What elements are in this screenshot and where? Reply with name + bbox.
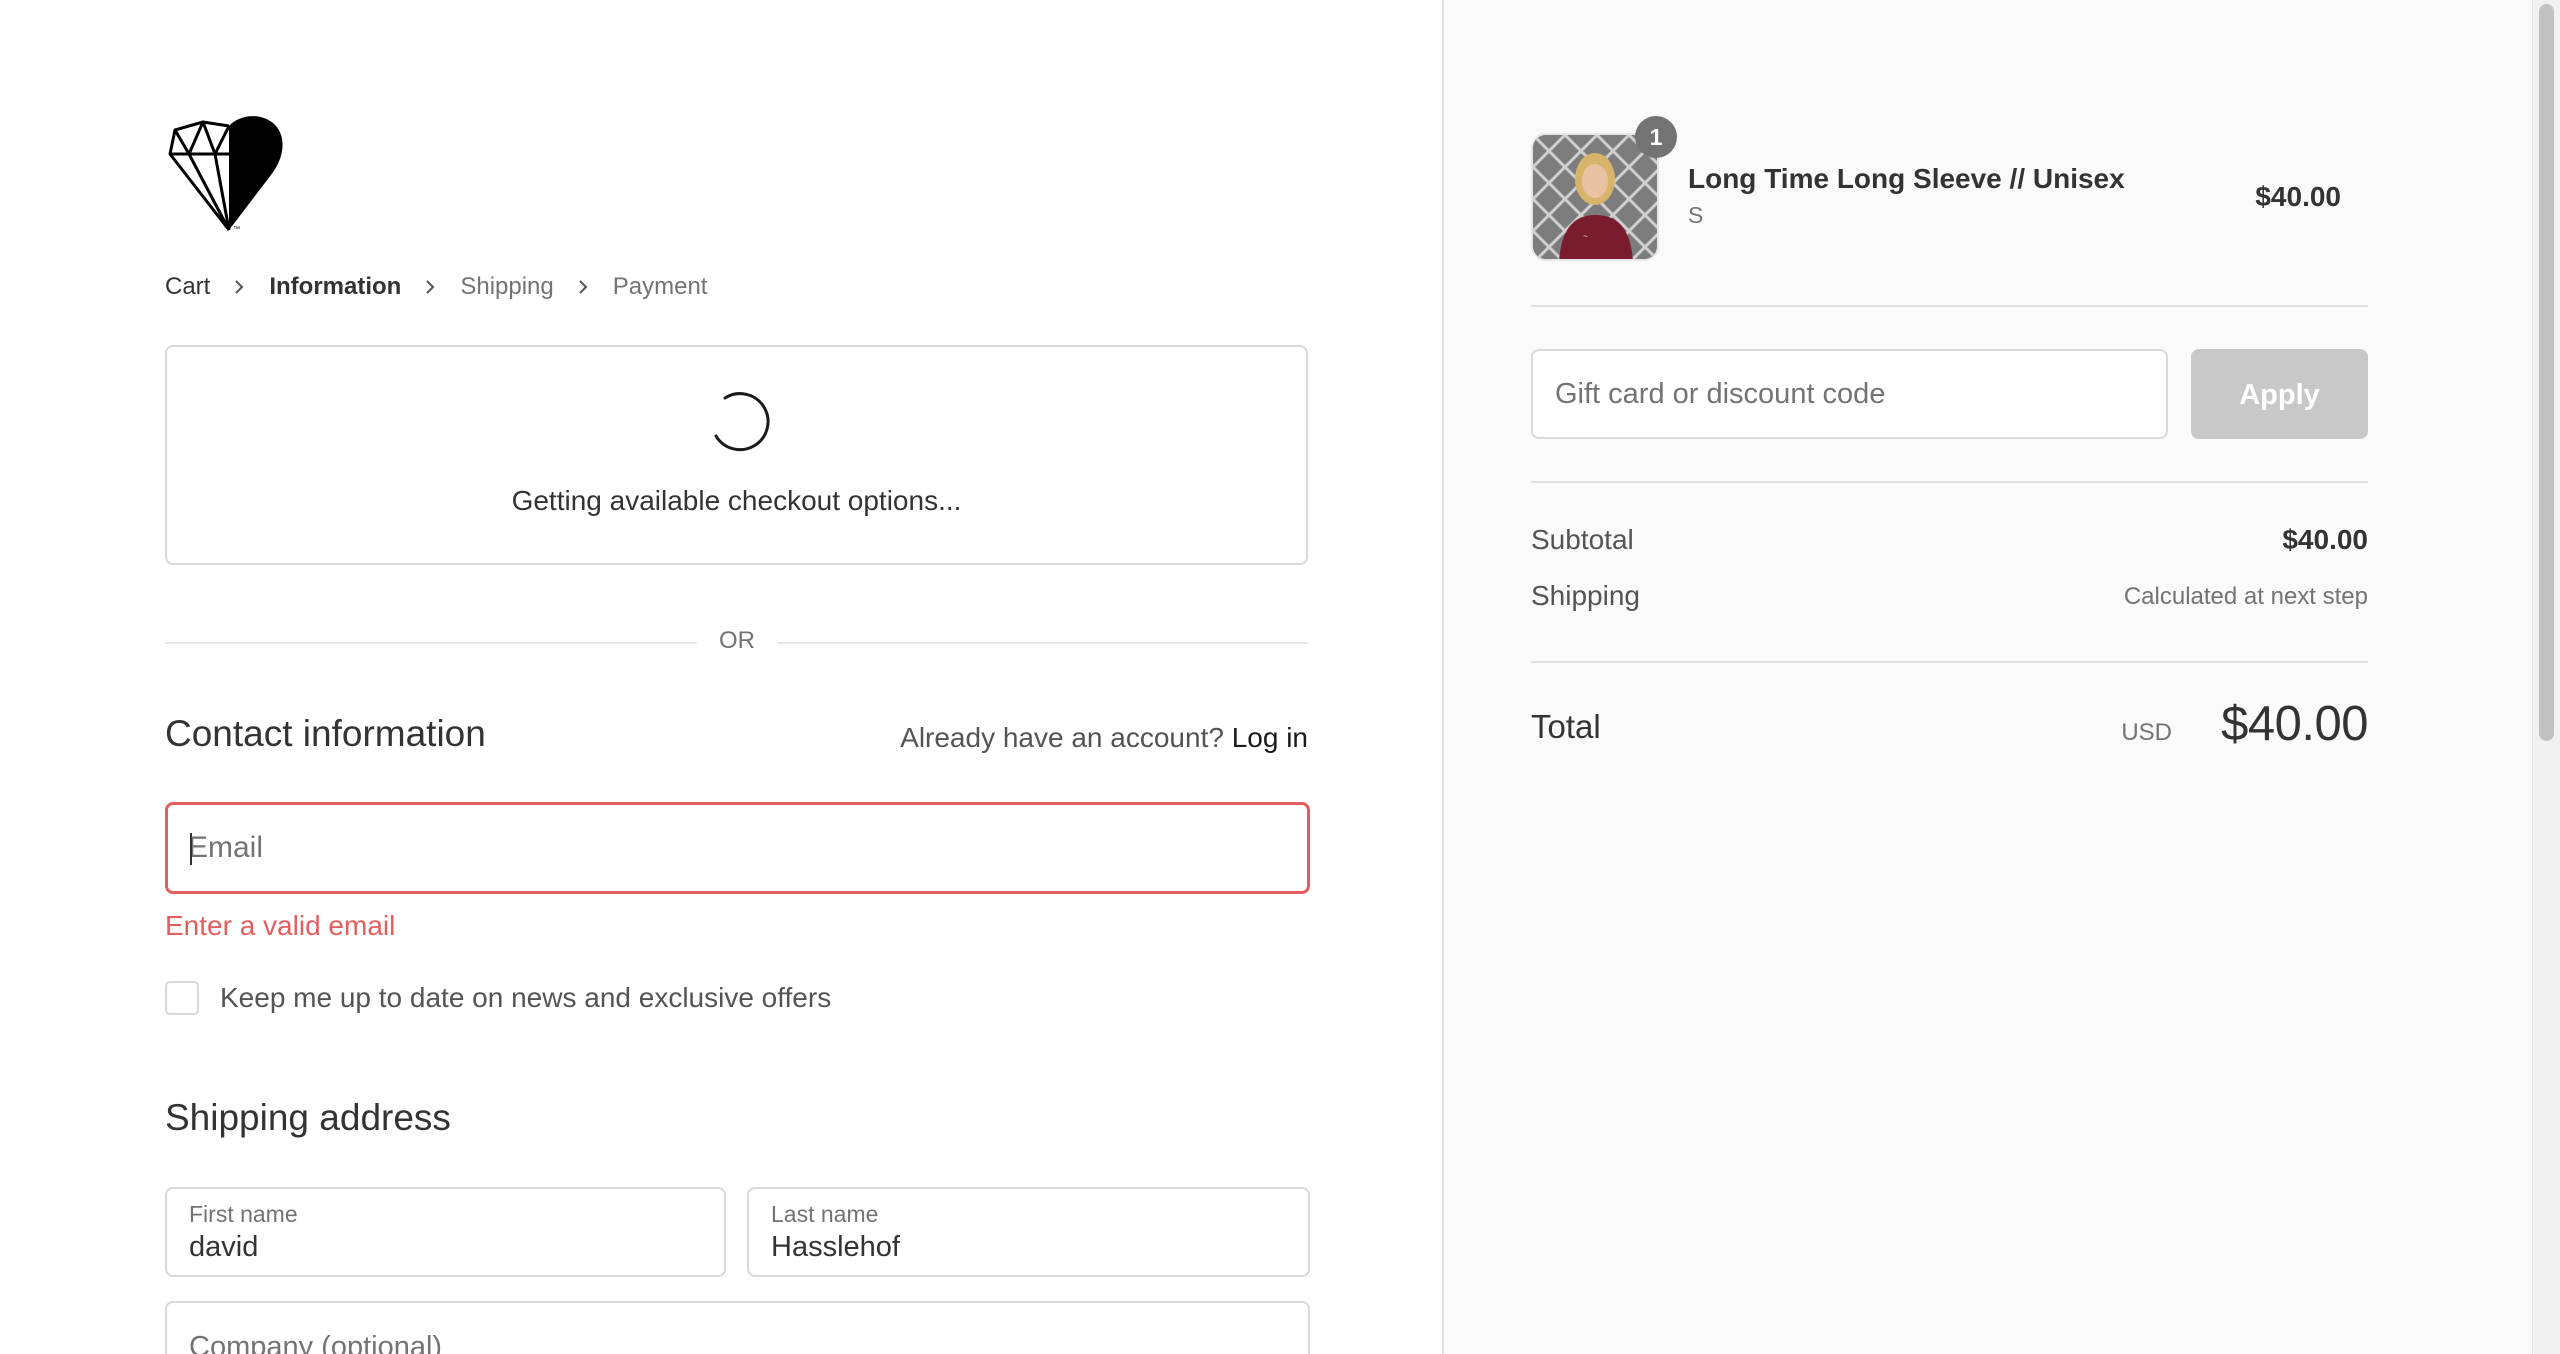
chevron-right-icon [235,280,244,294]
apply-discount-button[interactable]: Apply [2191,349,2368,439]
discount-code-input[interactable] [1555,351,2145,437]
express-loading-text: Getting available checkout options... [511,485,962,516]
text-cursor [190,833,192,865]
last-name-value[interactable]: Hasslehof [771,1231,900,1264]
product-price: $40.00 [2255,181,2341,212]
shipping-address-title: Shipping address [165,1097,451,1138]
order-summary-sidebar: ~ 1 Long Time Long Sleeve // Unisex S $4… [1442,0,2532,1354]
subtotal-label: Subtotal [1531,524,1634,555]
newsletter-option[interactable]: Keep me up to date on news and exclusive… [165,979,831,1017]
subtotal-value: $40.00 [2282,524,2368,555]
breadcrumb-payment: Payment [612,273,708,300]
chevron-right-icon [426,280,435,294]
company-placeholder[interactable]: Company (optional) [189,1331,442,1354]
email-error-message: Enter a valid email [165,910,396,941]
subtotal-row: Subtotal $40.00 [1531,524,2368,564]
or-divider: OR [165,625,1308,661]
divider-line [1531,305,2368,307]
breadcrumb: Cart Information Shipping Payment [165,270,707,304]
svg-text:™: ™ [233,226,240,233]
scrollbar-thumb[interactable] [2539,4,2554,741]
quantity-badge: 1 [1635,116,1677,158]
diamond-heart-logo-icon[interactable]: ™ [167,113,285,233]
account-prompt: Already have an account? Log in [165,722,1308,754]
email-field[interactable] [165,802,1310,894]
company-field[interactable]: Company (optional) [165,1301,1310,1354]
shipping-label: Shipping [1531,580,1640,611]
last-name-label: Last name [771,1201,879,1227]
divider-line [1531,661,2368,663]
login-link[interactable]: Log in [1232,722,1308,753]
or-text: OR [719,627,755,654]
total-amount: $40.00 [2221,697,2368,751]
product-thumbnail: ~ [1531,133,1659,261]
page-scrollbar[interactable] [2532,0,2560,1354]
breadcrumb-information: Information [269,273,402,300]
first-name-field[interactable]: First name david [165,1187,726,1277]
last-name-field[interactable]: Last name Hasslehof [747,1187,1310,1277]
total-currency: USD [2121,719,2172,746]
discount-code-field[interactable] [1531,349,2168,439]
main-content: ™ Cart Information Shipping Payment Gett… [0,0,1442,1354]
divider-line [165,642,697,644]
checkout-page: ™ Cart Information Shipping Payment Gett… [0,0,2560,1354]
account-prompt-text: Already have an account? [900,722,1224,753]
newsletter-checkbox[interactable] [165,981,199,1015]
newsletter-label[interactable]: Keep me up to date on news and exclusive… [220,982,831,1014]
first-name-label: First name [189,1201,298,1227]
email-input[interactable] [188,805,1278,891]
total-label: Total [1531,708,1601,745]
product-photo-icon: ~ [1533,135,1657,259]
shipping-row: Shipping Calculated at next step [1531,580,2368,620]
product-variant: S [1688,202,1704,228]
product-name: Long Time Long Sleeve // Unisex [1688,163,2125,194]
divider-line [777,642,1308,644]
breadcrumb-shipping: Shipping [460,273,554,300]
divider-line [1531,481,2368,483]
total-row: Total USD $40.00 [1531,696,2368,760]
chevron-right-icon [579,280,588,294]
shipping-value: Calculated at next step [2123,583,2368,610]
express-checkout-box: Getting available checkout options... [165,345,1308,565]
loading-spinner-icon [714,392,770,452]
first-name-value[interactable]: david [189,1231,258,1264]
svg-text:~: ~ [1583,232,1588,241]
breadcrumb-cart[interactable]: Cart [165,273,210,301]
